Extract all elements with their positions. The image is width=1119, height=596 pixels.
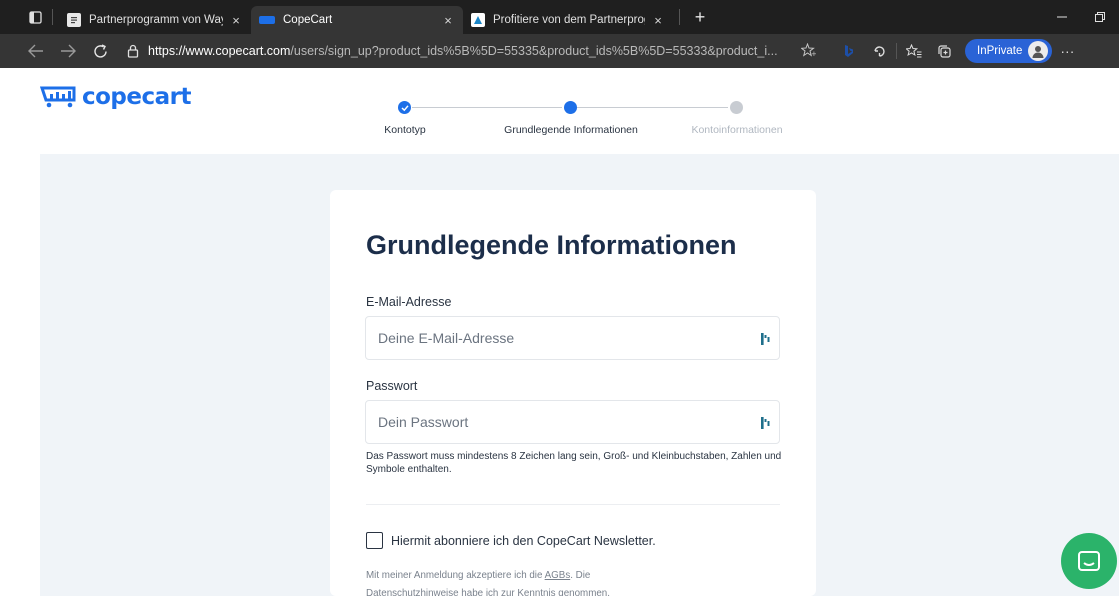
new-tab-button[interactable]: + [690, 7, 710, 27]
step-3-label: Kontoinformationen [691, 124, 783, 136]
minimize-icon [1057, 16, 1067, 18]
signup-card: Grundlegende Informationen E-Mail-Adress… [330, 190, 816, 596]
site-header: copecart Kontotyp Grundlegende Informati… [0, 68, 1119, 154]
arrow-left-icon [28, 44, 43, 58]
signup-stepper: Kontotyp Grundlegende Informationen Kont… [364, 98, 804, 138]
more-options-icon[interactable]: ··· [1056, 43, 1078, 59]
password-manager-icon[interactable] [759, 415, 773, 431]
tab-copecart[interactable]: CopeCart × [251, 6, 463, 34]
arrow-right-icon [61, 44, 76, 58]
terms-notice: Mit meiner Anmeldung akzeptiere ich die … [366, 567, 666, 596]
tab-partnerprogramm[interactable]: Partnerprogramm von Ways 2 Le × [59, 6, 251, 34]
page-content: copecart Kontotyp Grundlegende Informati… [0, 68, 1119, 596]
email-field[interactable] [366, 317, 779, 359]
collections-icon[interactable] [929, 37, 959, 65]
url-text[interactable]: https://www.copecart.com/users/sign_up?p… [148, 44, 796, 58]
divider [366, 504, 780, 505]
forward-button[interactable] [52, 37, 84, 65]
agb-link[interactable]: AGBs [545, 570, 571, 581]
newsletter-checkbox[interactable] [366, 532, 383, 549]
page-left-strip [0, 154, 40, 596]
password-label: Passwort [366, 379, 418, 393]
bing-icon[interactable] [834, 37, 864, 65]
browser-toolbar: https://www.copecart.com/users/sign_up?p… [0, 34, 1119, 68]
email-label: E-Mail-Adresse [366, 295, 452, 309]
terms-suffix: habe ich zur Kenntnis genommen. [458, 588, 610, 596]
toolbar-icons [834, 37, 959, 65]
page-title: Grundlegende Informationen [366, 230, 737, 260]
window-controls [1043, 0, 1119, 34]
tab-actions-button[interactable] [24, 8, 46, 26]
tab-separator [52, 9, 53, 25]
address-bar[interactable]: https://www.copecart.com/users/sign_up?p… [122, 37, 820, 65]
site-favicon-icon [471, 13, 485, 27]
restore-button[interactable] [1081, 0, 1119, 34]
refresh-button[interactable] [84, 37, 116, 65]
profile-avatar-icon [1028, 41, 1049, 61]
chat-button[interactable] [1061, 533, 1117, 589]
tab-separator [679, 9, 680, 25]
inprivate-label: InPrivate [977, 45, 1023, 57]
tab-title: CopeCart [283, 14, 333, 26]
step-1-done-dot [398, 101, 411, 114]
extensions-icon[interactable] [864, 37, 894, 65]
step-2-current-dot [564, 101, 577, 114]
restore-icon [1095, 12, 1105, 22]
browser-tab-strip: Partnerprogramm von Ways 2 Le × CopeCart… [0, 0, 1119, 34]
cart-logo-icon [40, 86, 76, 108]
lock-icon[interactable] [122, 41, 144, 61]
tab-close-icon[interactable]: × [229, 13, 243, 28]
password-field-wrapper [365, 400, 780, 444]
newsletter-label[interactable]: Hiermit abonniere ich den CopeCart Newsl… [391, 534, 656, 548]
inprivate-badge[interactable]: InPrivate [965, 39, 1053, 63]
copecart-favicon-icon [259, 16, 275, 24]
toolbar-separator [896, 43, 897, 59]
step-2-label: Grundlegende Informationen [504, 124, 638, 136]
email-field-wrapper [365, 316, 780, 360]
terms-prefix: Mit meiner Anmeldung akzeptiere ich die [366, 570, 545, 581]
privacy-link[interactable]: Datenschutzhinweise [366, 588, 459, 596]
tab-close-icon[interactable]: × [651, 13, 665, 28]
tab-actions-icon [28, 10, 42, 24]
step-1-label: Kontotyp [384, 124, 426, 136]
back-button[interactable] [20, 37, 52, 65]
tab-title: Profitiere von dem Partnerprogra [493, 14, 645, 26]
url-host: https://www.copecart.com [148, 44, 291, 58]
check-icon [400, 104, 409, 111]
newsletter-option[interactable]: Hiermit abonniere ich den CopeCart Newsl… [366, 532, 656, 549]
favorites-icon[interactable] [899, 37, 929, 65]
step-connector [412, 107, 562, 108]
step-3-pending-dot [730, 101, 743, 114]
copecart-logo[interactable]: copecart [40, 84, 192, 110]
svg-text:+: + [811, 50, 816, 57]
logo-text: copecart [82, 84, 192, 110]
document-favicon-icon [67, 13, 81, 27]
tab-title: Partnerprogramm von Ways 2 Le [89, 14, 223, 26]
password-field[interactable] [366, 401, 779, 443]
chat-icon [1078, 551, 1100, 571]
password-manager-icon[interactable] [759, 331, 773, 347]
tab-close-icon[interactable]: × [441, 13, 455, 28]
step-connector [576, 107, 728, 108]
tab-profitiere[interactable]: Profitiere von dem Partnerprogra × [463, 6, 673, 34]
url-path: /users/sign_up?product_ids%5B%5D=55335&p… [290, 44, 778, 58]
password-hint: Das Passwort muss mindestens 8 Zeichen l… [366, 451, 782, 475]
minimize-button[interactable] [1043, 0, 1081, 34]
refresh-icon [93, 43, 107, 58]
add-favorite-icon[interactable]: + [796, 42, 820, 60]
terms-middle: . Die [570, 570, 591, 581]
